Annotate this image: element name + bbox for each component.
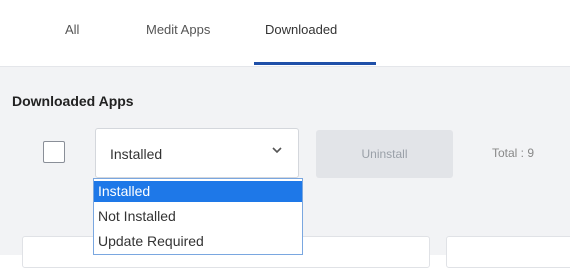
chevron-down-icon — [272, 147, 282, 154]
tab-medit-apps[interactable]: Medit Apps — [146, 22, 210, 37]
status-filter-dropdown: Installed Not Installed Update Required — [93, 178, 303, 255]
uninstall-button[interactable]: Uninstall — [316, 130, 453, 178]
tab-bar: All Medit Apps Downloaded — [0, 0, 570, 67]
select-all-checkbox[interactable] — [43, 141, 65, 163]
active-tab-indicator — [254, 62, 376, 65]
app-card[interactable] — [446, 236, 570, 268]
status-filter-select[interactable]: Installed — [95, 128, 299, 178]
dropdown-option-not-installed[interactable]: Not Installed — [94, 206, 302, 227]
dropdown-option-update-required[interactable]: Update Required — [94, 231, 302, 252]
dropdown-option-installed[interactable]: Installed — [94, 181, 302, 202]
total-count: Total : 9 — [492, 146, 535, 160]
tab-downloaded[interactable]: Downloaded — [265, 22, 337, 37]
tab-all[interactable]: All — [65, 22, 79, 37]
status-filter-value: Installed — [110, 146, 163, 162]
section-title: Downloaded Apps — [12, 93, 134, 109]
